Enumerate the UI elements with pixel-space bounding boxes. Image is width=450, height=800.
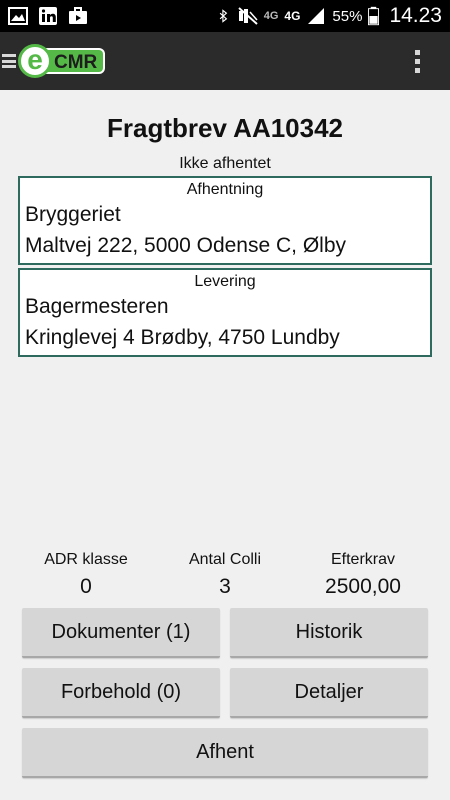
reservations-button[interactable]: Forbehold (0) (22, 668, 220, 718)
mute-icon (238, 7, 258, 25)
colli-count-label: Antal Colli (188, 551, 262, 568)
waybill-title: Fragtbrev AA10342 (106, 113, 344, 143)
battery-icon (368, 6, 380, 26)
logo-e-mark: e (18, 44, 52, 78)
cod-amount-stat: Efterkrav 2500,00 (313, 551, 413, 599)
colli-count-value: 3 (219, 575, 231, 598)
network-4g-label: 4G (284, 9, 301, 23)
adr-class-stat: ADR klasse 0 (36, 551, 136, 599)
signal-icon (308, 8, 325, 24)
documents-button[interactable]: Dokumenter (1) (22, 608, 220, 658)
delivery-name: Bagermesteren (25, 295, 169, 318)
delivery-address-box: Levering Bagermesteren Kringlevej 4 Brød… (18, 268, 432, 357)
briefcase-notification-icon (69, 7, 87, 24)
app-toolbar: e CMR (0, 32, 450, 90)
gallery-notification-icon (8, 7, 28, 25)
pickup-header: Afhentning (186, 181, 264, 198)
details-button[interactable]: Detaljer (230, 668, 428, 718)
delivery-address: Kringlevej 4 Brødby, 4750 Lundby (25, 326, 340, 349)
clock-time: 14.23 (389, 4, 442, 27)
pickup-address-box: Afhentning Bryggeriet Maltvej 222, 5000 … (18, 176, 432, 265)
cod-amount-value: 2500,00 (325, 575, 401, 598)
bluetooth-icon (219, 9, 227, 23)
history-button[interactable]: Historik (230, 608, 428, 658)
linkedin-notification-icon (39, 7, 57, 25)
pickup-name: Bryggeriet (25, 203, 121, 226)
adr-class-value: 0 (80, 575, 92, 598)
delivery-header: Levering (194, 273, 256, 290)
adr-class-label: ADR klasse (44, 551, 128, 568)
status-bar: 4G 4G 55% 14.23 (0, 0, 450, 32)
colli-count-stat: Antal Colli 3 (175, 551, 275, 599)
waybill-status: Ikke afhentet (179, 155, 271, 172)
overflow-menu-icon[interactable] (415, 49, 420, 73)
pickup-address: Maltvej 222, 5000 Odense C, Ølby (25, 234, 347, 257)
menu-drawer-icon[interactable] (2, 52, 16, 70)
cod-amount-label: Efterkrav (330, 551, 395, 568)
battery-percent: 55% (332, 7, 363, 25)
network-4g-dim-label: 4G (263, 10, 279, 22)
pickup-confirm-button[interactable]: Afhent (22, 728, 428, 778)
ecmr-logo[interactable]: e CMR (18, 44, 106, 78)
